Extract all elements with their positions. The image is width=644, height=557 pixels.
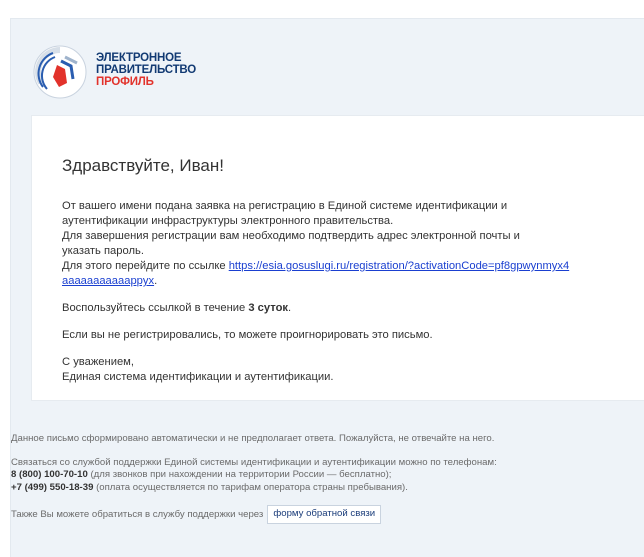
- intro-line2: аутентификации инфраструктуры электронно…: [62, 215, 394, 227]
- signoff-line1: С уважением,: [62, 356, 134, 368]
- support-block: Связаться со службой поддержки Единой си…: [11, 457, 631, 495]
- brand-logo: ЭЛЕКТРОННОЕ ПРАВИТЕЛЬСТВО ПРОФИЛЬ: [31, 43, 251, 103]
- confirm-line2: указать пароль.: [62, 245, 144, 257]
- phone1-note: (для звонков при нахождении на территори…: [87, 469, 392, 480]
- gos-emblem-icon: [33, 45, 87, 99]
- phone2-note: (оплата осуществляется по тарифам операт…: [93, 481, 408, 493]
- brand-wordmark: ЭЛЕКТРОННОЕ ПРАВИТЕЛЬСТВО ПРОФИЛЬ: [96, 52, 196, 88]
- brand-line1: ЭЛЕКТРОННОЕ: [96, 52, 182, 64]
- brand-line2: ПРАВИТЕЛЬСТВО: [96, 64, 196, 76]
- feedback-line: Также Вы можете обратиться в службу подд…: [11, 505, 631, 524]
- ignore-paragraph: Если вы не регистрировались, то можете п…: [62, 329, 433, 341]
- confirm-line1: Для завершения регистрации вам необходим…: [62, 230, 520, 242]
- validity-prefix: Воспользуйтесь ссылкой в течение: [62, 302, 249, 314]
- email-frame: ЭЛЕКТРОННОЕ ПРАВИТЕЛЬСТВО ПРОФИЛЬ Здравс…: [10, 18, 644, 557]
- link-suffix: .: [154, 275, 158, 287]
- feedback-prefix: Также Вы можете обратиться в службу подд…: [11, 508, 264, 520]
- validity-bold: 3 суток: [248, 302, 289, 314]
- email-footer: Данное письмо сформировано автоматически…: [11, 433, 631, 524]
- signoff-line2: Единая система идентификации и аутентифи…: [62, 371, 334, 383]
- intro-line1: От вашего имени подана заявка на регистр…: [62, 200, 508, 212]
- phone2-line: +7 (499) 550-18-39 (оплата осуществляетс…: [11, 482, 631, 495]
- phone1: 8 (800) 100-70-10: [11, 469, 88, 480]
- signoff-paragraph: С уважением, Единая система идентификаци…: [62, 355, 572, 385]
- phone2: +7 (499) 550-18-39: [11, 481, 94, 493]
- auto-notice: Данное письмо сформировано автоматически…: [11, 433, 495, 444]
- brand-line3: ПРОФИЛЬ: [96, 76, 154, 88]
- link-prefix: Для этого перейдите по ссылке: [62, 260, 229, 272]
- phone1-line: 8 (800) 100-70-10 (для звонков при нахож…: [11, 469, 631, 482]
- validity-paragraph: Воспользуйтесь ссылкой в течение 3 суток…: [62, 301, 572, 316]
- support-intro: Связаться со службой поддержки Единой си…: [11, 456, 497, 468]
- validity-suffix: .: [288, 302, 292, 314]
- email-card: Здравствуйте, Иван! От вашего имени пода…: [31, 115, 644, 401]
- email-body: От вашего имени подана заявка на регистр…: [62, 199, 572, 385]
- intro-paragraph: От вашего имени подана заявка на регистр…: [62, 199, 572, 289]
- feedback-form-button[interactable]: форму обратной связи: [267, 505, 382, 524]
- greeting: Здравствуйте, Иван!: [62, 156, 224, 175]
